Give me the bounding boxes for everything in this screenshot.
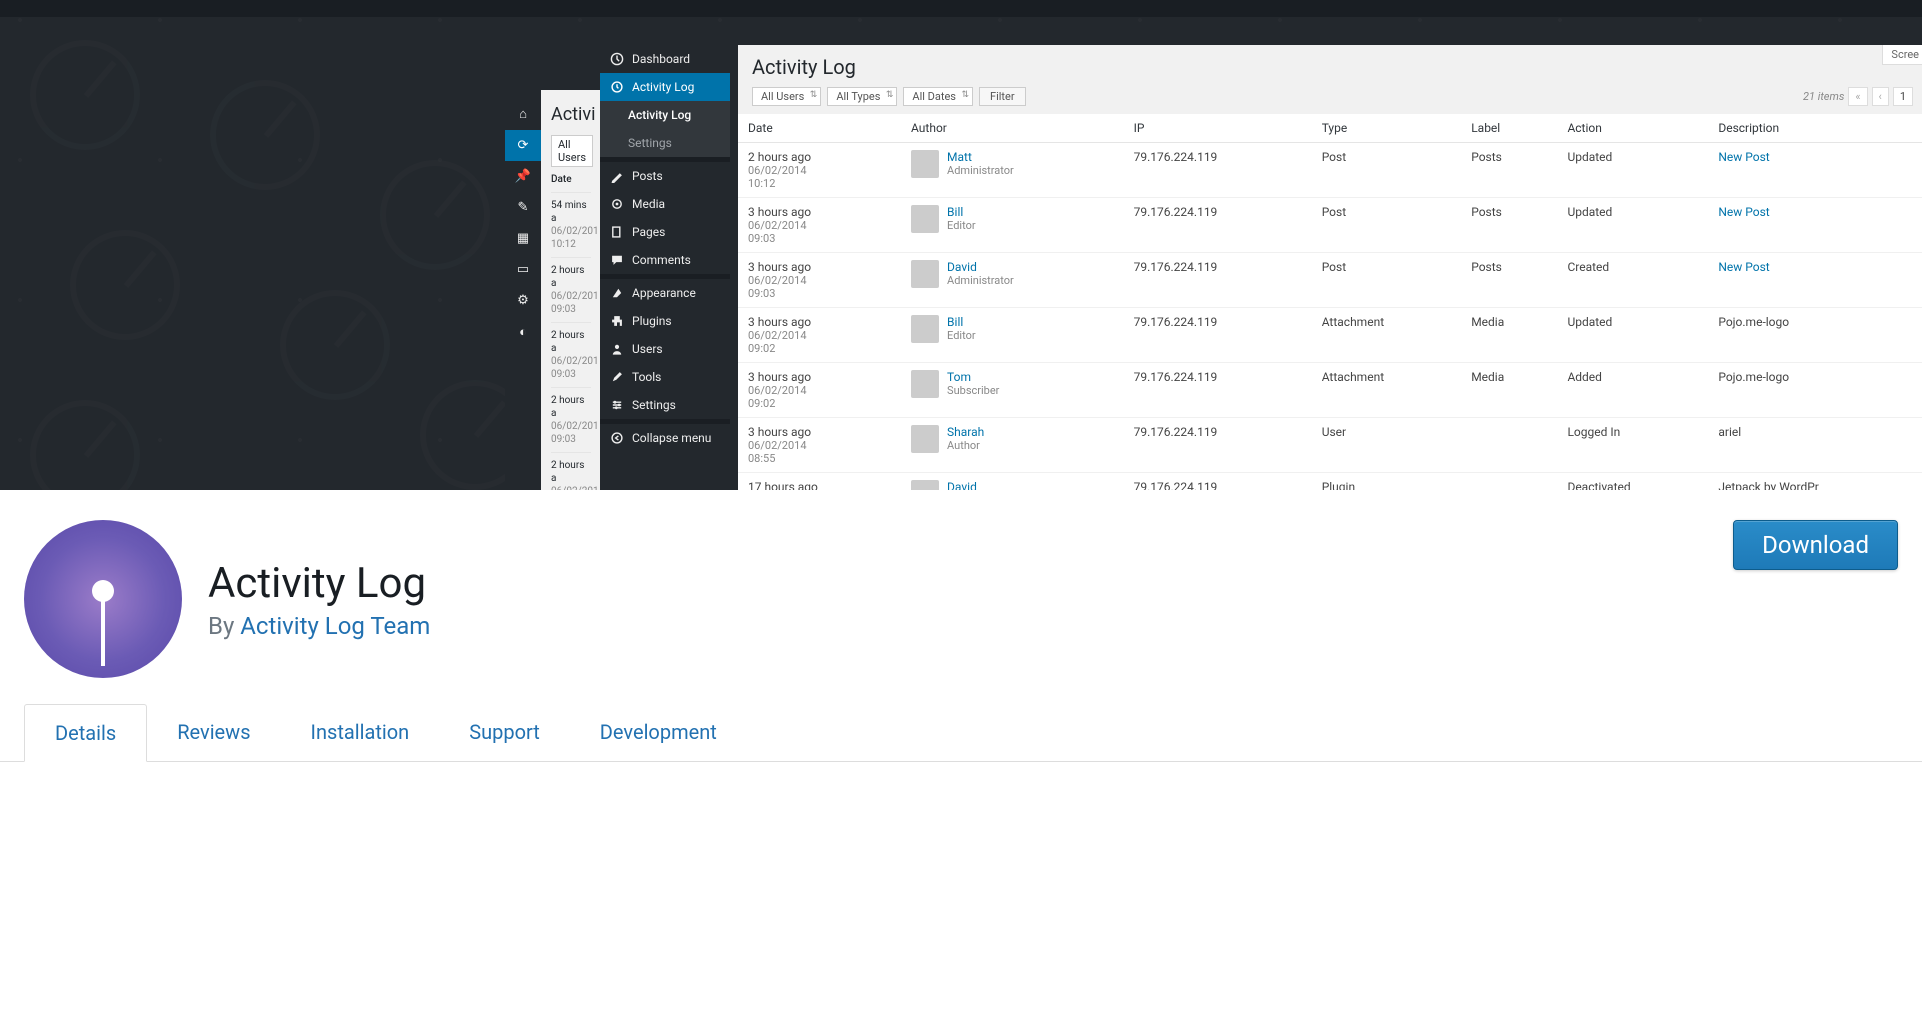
author-link[interactable]: David (947, 260, 1014, 274)
plugin-tabs: Details Reviews Installation Support Dev… (0, 704, 1922, 762)
table-row: 3 hours ago06/02/201409:03 BillEditor 79… (738, 198, 1922, 253)
table-row: 54 mins a06/02/20110:12 (551, 193, 591, 258)
col-type[interactable]: Type (1312, 114, 1462, 143)
avatar (911, 480, 939, 490)
filter-users[interactable]: All Users (752, 87, 821, 106)
menu-plugins[interactable]: Plugins (600, 307, 730, 335)
description-link: ariel (1708, 418, 1922, 473)
description-link[interactable]: New Post (1708, 143, 1922, 198)
plugin-header: Activity Log By Activity Log Team Downlo… (0, 490, 1922, 698)
description-link[interactable]: New Post (1708, 198, 1922, 253)
author-link[interactable]: Tom (947, 370, 999, 384)
menu-posts[interactable]: Posts (600, 162, 730, 190)
submenu-activity-log[interactable]: Activity Log (600, 101, 730, 129)
wp-admin-menu: Dashboard Activity Log Activity Log Sett… (600, 45, 730, 490)
col-ip[interactable]: IP (1124, 114, 1312, 143)
page-first[interactable]: « (1848, 87, 1867, 106)
avatar (911, 205, 939, 233)
description-link: Pojo.me-logo (1708, 308, 1922, 363)
menu-comments[interactable]: Comments (600, 246, 730, 274)
tab-details[interactable]: Details (24, 704, 147, 762)
description-link: Jetpack by WordPr (1708, 473, 1922, 491)
col-date[interactable]: Date (738, 114, 901, 143)
avatar (911, 260, 939, 288)
download-button[interactable]: Download (1733, 520, 1898, 570)
activity-table: Date Author IP Type Label Action Descrip… (738, 114, 1922, 490)
table-row: 3 hours ago06/02/201408:55 SharahAuthor … (738, 418, 1922, 473)
menu-dashboard[interactable]: Dashboard (600, 45, 730, 73)
menu-activity-log[interactable]: Activity Log (600, 73, 730, 101)
col-author[interactable]: Author (901, 114, 1124, 143)
plugin-icon (24, 520, 182, 678)
tab-support[interactable]: Support (439, 704, 570, 761)
screenshot-window-back: ⌂ ⟳ 📌 ✎ ▦ ▭ ⚙ ◐ Activi All Users Date 54… (505, 90, 601, 490)
table-row: 17 hours ago David 79.176.224.119 Plugin… (738, 473, 1922, 491)
description-link[interactable]: New Post (1708, 253, 1922, 308)
table-row: 2 hours ago06/02/201410:12 MattAdministr… (738, 143, 1922, 198)
avatar (911, 315, 939, 343)
table-row: 2 hours a06/02/20109:03 (551, 323, 591, 388)
menu-collapse[interactable]: Collapse menu (600, 424, 730, 452)
filter-button[interactable]: Filter (979, 87, 1026, 106)
author-link[interactable]: Matt (947, 150, 1014, 164)
avatar (911, 425, 939, 453)
tab-development[interactable]: Development (570, 704, 747, 761)
description-link: Pojo.me-logo (1708, 363, 1922, 418)
author-link[interactable]: Sharah (947, 425, 984, 439)
tab-reviews[interactable]: Reviews (147, 704, 280, 761)
menu-settings[interactable]: Settings (600, 391, 730, 419)
col-action[interactable]: Action (1557, 114, 1708, 143)
table-row: 2 hours a06/02/20109:03 (551, 453, 591, 490)
table-row: 3 hours ago06/02/201409:03 DavidAdminist… (738, 253, 1922, 308)
avatar (911, 370, 939, 398)
author-link[interactable]: Bill (947, 205, 976, 219)
screenshot-window-main: Scree Activity Log All Users All Types A… (738, 45, 1922, 490)
hero-banner: ⌂ ⟳ 📌 ✎ ▦ ▭ ⚙ ◐ Activi All Users Date 54… (0, 0, 1922, 490)
menu-appearance[interactable]: Appearance (600, 279, 730, 307)
page-prev[interactable]: ‹ (1872, 87, 1889, 106)
tab-installation[interactable]: Installation (281, 704, 440, 761)
menu-users[interactable]: Users (600, 335, 730, 363)
page-title: Activity Log (738, 45, 1922, 79)
table-row: 2 hours a06/02/20109:03 (551, 258, 591, 323)
plugin-author-link[interactable]: Activity Log Team (240, 612, 430, 640)
col-label[interactable]: Label (1461, 114, 1557, 143)
screen-options-button[interactable]: Scree (1882, 45, 1922, 65)
submenu-settings[interactable]: Settings (600, 129, 730, 157)
filter-types[interactable]: All Types (827, 87, 897, 106)
author-link[interactable]: David (947, 480, 977, 490)
filter-dates[interactable]: All Dates (903, 87, 973, 106)
plugin-byline: By Activity Log Team (208, 612, 430, 640)
menu-media[interactable]: Media (600, 190, 730, 218)
table-row: 3 hours ago06/02/201409:02 BillEditor 79… (738, 308, 1922, 363)
plugin-name: Activity Log (208, 559, 430, 608)
table-row: 2 hours a06/02/20109:03 (551, 388, 591, 453)
pagination: 21 items « ‹ 1 (1803, 87, 1913, 106)
menu-tools[interactable]: Tools (600, 363, 730, 391)
avatar (911, 150, 939, 178)
page-current[interactable]: 1 (1893, 87, 1913, 106)
col-description[interactable]: Description (1708, 114, 1922, 143)
menu-pages[interactable]: Pages (600, 218, 730, 246)
table-row: 3 hours ago06/02/201409:02 TomSubscriber… (738, 363, 1922, 418)
author-link[interactable]: Bill (947, 315, 976, 329)
